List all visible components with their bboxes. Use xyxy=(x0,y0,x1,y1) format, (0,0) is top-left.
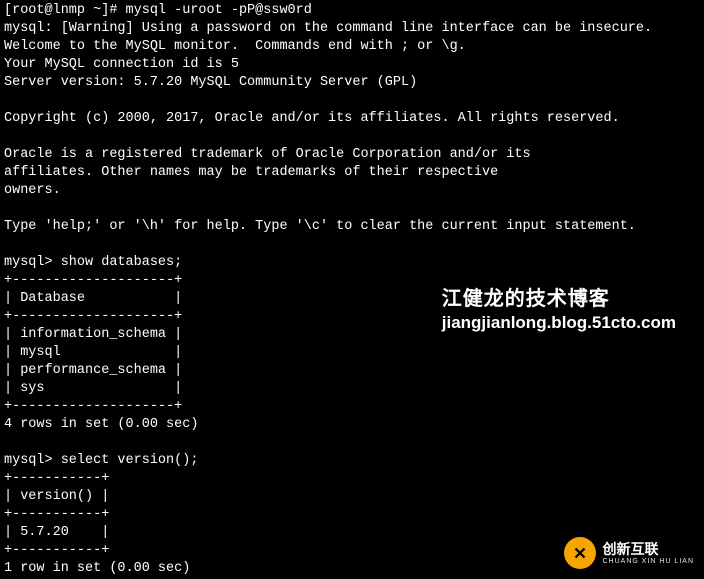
logo-text: 创新互联 CHUANG XIN HU LIAN xyxy=(602,542,694,565)
watermark-title: 江健龙的技术博客 xyxy=(442,290,676,308)
corner-logo: 创新互联 CHUANG XIN HU LIAN xyxy=(564,537,694,569)
logo-pinyin: CHUANG XIN HU LIAN xyxy=(602,558,694,565)
watermark-url: jiangjianlong.blog.51cto.com xyxy=(442,314,676,332)
logo-icon xyxy=(564,537,596,569)
logo-cn: 创新互联 xyxy=(602,542,694,556)
watermark: 江健龙的技术博客 jiangjianlong.blog.51cto.com xyxy=(442,290,676,332)
